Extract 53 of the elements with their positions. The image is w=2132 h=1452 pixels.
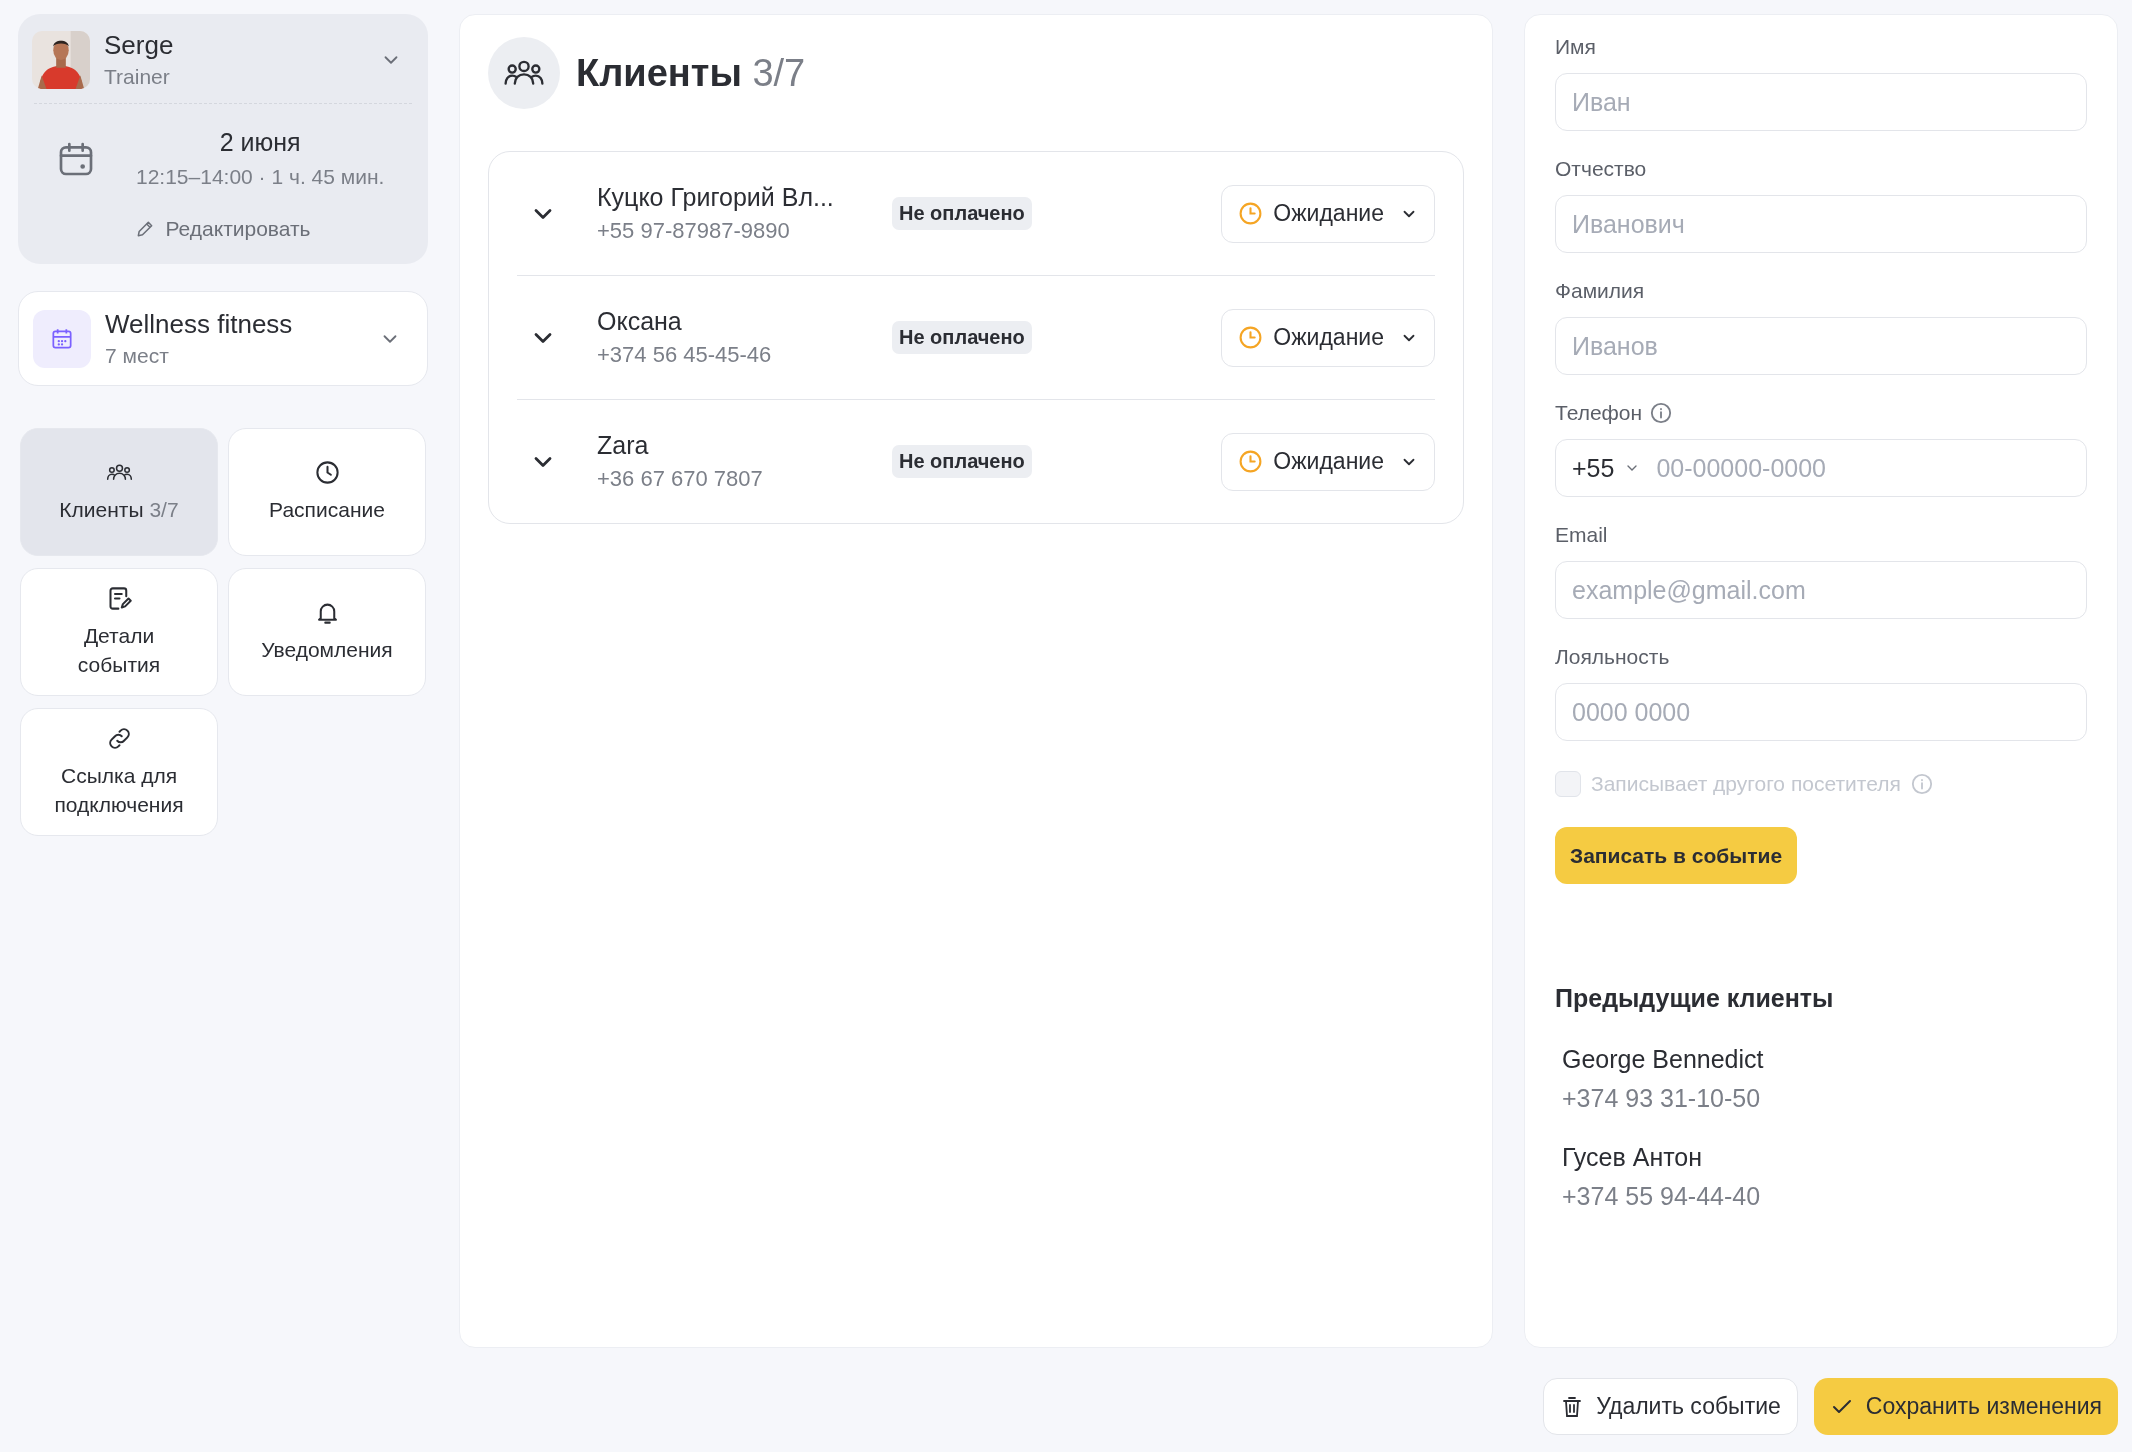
text-field[interactable]: Иванов xyxy=(1555,317,2087,375)
delete-button[interactable]: Удалить событие xyxy=(1543,1378,1798,1435)
nav-tile[interactable]: Клиенты 3/7 xyxy=(20,428,218,556)
event-date: 2 июня xyxy=(219,128,301,157)
client-name: George Bennedict xyxy=(1562,1045,1765,1074)
user-role: Trainer xyxy=(104,65,171,89)
payment-badge: Не оплачено xyxy=(892,321,1032,354)
panel-title: Клиенты 3/7 xyxy=(576,51,806,95)
field-label: Имя xyxy=(1555,35,1596,59)
field-label: Фамилия xyxy=(1555,279,1645,303)
field-label: Отчество xyxy=(1555,157,1647,181)
status-dropdown[interactable]: Ожидание xyxy=(1221,432,1435,491)
text-field[interactable]: example@gmail.com xyxy=(1555,561,2087,619)
submit-button[interactable]: Записать в событие xyxy=(1555,827,1798,884)
calendar-icon xyxy=(33,309,91,368)
field-label: Email xyxy=(1555,523,1608,547)
clock-icon xyxy=(1238,201,1264,226)
client-phone: +374 56 45-45-46 xyxy=(597,342,773,368)
country-code-dropdown[interactable]: +55 xyxy=(1572,453,1641,483)
venue-selector[interactable]: Wellness fitness 7 мест xyxy=(18,291,428,386)
text-field[interactable]: 0000 0000 xyxy=(1555,683,2087,741)
event-time: 12:15–14:00 · 1 ч. 45 мин. xyxy=(136,165,385,189)
venue-capacity: 7 мест xyxy=(105,344,170,368)
client-name: Гусев Антон xyxy=(1562,1143,1704,1172)
client-name: Zara xyxy=(597,431,650,460)
nav-tile[interactable]: Уведомления xyxy=(228,568,426,696)
nav-tile[interactable]: Ссылка для подключения xyxy=(20,708,218,836)
clock-icon xyxy=(1238,325,1264,350)
payment-badge: Не оплачено xyxy=(892,445,1032,478)
payment-badge: Не оплачено xyxy=(892,197,1032,230)
nav-tile[interactable]: Детали события xyxy=(20,568,218,696)
client-phone: +374 55 94-44-40 xyxy=(1562,1182,1762,1211)
clock-icon xyxy=(1238,449,1264,474)
field-label: Лояльность xyxy=(1555,645,1670,669)
client-phone: +374 93 31-10-50 xyxy=(1562,1084,1762,1113)
text-field[interactable]: Иванович xyxy=(1555,195,2087,253)
edit-button[interactable]: Редактировать xyxy=(131,213,315,245)
status-dropdown[interactable]: Ожидание xyxy=(1221,308,1435,367)
client-name: Куцко Григорий Вл... xyxy=(597,183,835,212)
checkbox-label: Записывает другого посетителя xyxy=(1591,772,1901,796)
status-dropdown[interactable]: Ожидание xyxy=(1221,184,1435,243)
client-phone: +36 67 670 7807 xyxy=(597,466,764,492)
field-label: Телефон xyxy=(1555,401,1643,425)
client-phone: +55 97-87987-9890 xyxy=(597,218,791,244)
nav-tile[interactable]: Расписание xyxy=(228,428,426,556)
text-field[interactable]: Иван xyxy=(1555,73,2087,131)
user-name: Serge xyxy=(104,30,175,61)
save-button[interactable]: Сохранить изменения xyxy=(1813,1378,2118,1435)
section-title: Предыдущие клиенты xyxy=(1555,984,1835,1013)
clock-icon xyxy=(313,459,341,487)
client-name: Оксана xyxy=(597,307,683,336)
phone-field[interactable]: +55 00-00000-0000 xyxy=(1555,439,2087,497)
venue-name: Wellness fitness xyxy=(105,309,294,340)
